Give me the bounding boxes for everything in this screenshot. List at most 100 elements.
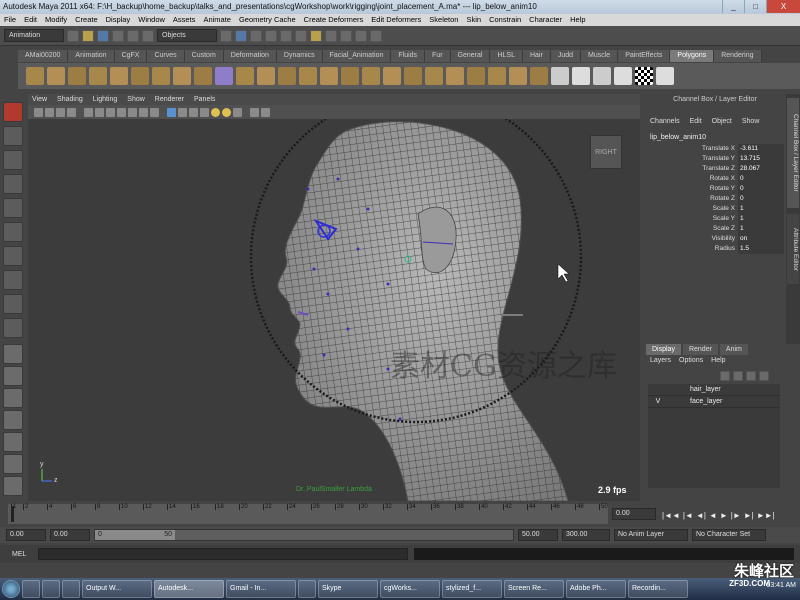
step-back-key-icon[interactable]: |◄ <box>683 511 693 520</box>
resolution-gate-icon[interactable] <box>106 107 115 117</box>
menu-animate[interactable]: Animate <box>203 14 231 26</box>
attr-row[interactable]: Translate Y 13.715 <box>646 154 784 164</box>
insert-edge-loop-icon[interactable] <box>467 67 485 85</box>
range-handle[interactable]: 0 50 <box>95 530 175 540</box>
le-menu-help[interactable]: Help <box>711 357 725 368</box>
attr-row[interactable]: Rotate Y0 <box>646 184 784 194</box>
panel-menu-view[interactable]: View <box>32 94 47 105</box>
automatic-mapping-icon[interactable] <box>614 67 632 85</box>
shelf-tab[interactable]: Facial_Animation <box>322 50 392 62</box>
panel-menu-shading[interactable]: Shading <box>57 94 83 105</box>
go-to-end-icon[interactable]: ►►| <box>757 511 775 520</box>
menu-create-deformers[interactable]: Create Deformers <box>304 14 364 26</box>
safe-action-icon[interactable] <box>139 107 148 117</box>
poly-cube-icon[interactable] <box>47 67 65 85</box>
shelf-tab-active[interactable]: Polygons <box>670 50 715 62</box>
step-forward-key-icon[interactable]: ►| <box>744 511 754 520</box>
cylindrical-mapping-icon[interactable] <box>572 67 590 85</box>
layer-name[interactable]: face_layer <box>668 396 780 407</box>
attr-value[interactable]: 0 <box>738 174 784 184</box>
grid-icon[interactable] <box>84 107 93 117</box>
panel-menu-show[interactable]: Show <box>127 94 145 105</box>
four-view-layout-icon[interactable] <box>3 366 23 386</box>
field-chart-icon[interactable] <box>128 107 137 117</box>
shelf-tab[interactable]: CgFX <box>114 50 148 62</box>
layer-visibility[interactable] <box>648 384 668 395</box>
uv-texture-editor-icon[interactable] <box>656 67 674 85</box>
animation-start-field[interactable]: 0.00 <box>6 529 46 541</box>
merge-icon[interactable] <box>425 67 443 85</box>
persp-graph-layout-icon[interactable] <box>3 410 23 430</box>
wedge-icon[interactable] <box>530 67 548 85</box>
taskbar-item[interactable]: Recordin... <box>628 580 688 598</box>
new-scene-icon[interactable] <box>67 29 79 42</box>
shelf-tab[interactable]: Fluids <box>391 50 426 62</box>
cb-menu-object[interactable]: Object <box>712 118 732 130</box>
poly-pyramid-icon[interactable] <box>173 67 191 85</box>
taskbar-item[interactable] <box>298 580 316 598</box>
default-lighting-icon[interactable] <box>211 107 220 117</box>
camera-attributes-icon[interactable] <box>45 107 54 117</box>
menu-set-dropdown[interactable]: Animation <box>4 29 64 42</box>
all-lights-icon[interactable] <box>222 107 231 117</box>
move-tool-icon[interactable] <box>3 174 23 194</box>
taskbar-item-active[interactable]: Autodesk... <box>154 580 224 598</box>
bridge-icon[interactable] <box>362 67 380 85</box>
menu-create[interactable]: Create <box>75 14 98 26</box>
rotate-tool-icon[interactable] <box>3 198 23 218</box>
film-gate-icon[interactable] <box>95 107 104 117</box>
offset-edge-loop-icon[interactable] <box>488 67 506 85</box>
attr-value[interactable]: 1.5 <box>738 244 784 254</box>
shadows-icon[interactable] <box>233 107 242 117</box>
snap-curve-icon[interactable] <box>250 29 262 42</box>
attr-row[interactable]: Rotate Z0 <box>646 194 784 204</box>
shelf-tab[interactable]: General <box>450 50 491 62</box>
play-backwards-icon[interactable]: ◄ <box>709 511 717 520</box>
outliner-layout-icon[interactable] <box>3 454 23 474</box>
poly-torus-icon[interactable] <box>131 67 149 85</box>
menu-file[interactable]: File <box>4 14 16 26</box>
panel-menu-lighting[interactable]: Lighting <box>93 94 118 105</box>
layer-row[interactable]: hair_layer <box>648 384 780 396</box>
shelf-tab[interactable]: Dynamics <box>276 50 323 62</box>
poly-cylinder-icon[interactable] <box>68 67 86 85</box>
quicklaunch-icon[interactable] <box>42 580 60 598</box>
menu-display[interactable]: Display <box>106 14 131 26</box>
poly-pipe-icon[interactable] <box>194 67 212 85</box>
attr-row[interactable]: Translate Z 28.067 <box>646 164 784 174</box>
shelf-tab[interactable]: Fur <box>425 50 451 62</box>
selected-object-name[interactable]: lip_below_anim10 <box>646 134 784 141</box>
new-layer-from-selection-icon[interactable] <box>733 371 743 381</box>
menu-help[interactable]: Help <box>570 14 585 26</box>
render-settings-icon[interactable] <box>340 29 352 42</box>
menu-modify[interactable]: Modify <box>45 14 67 26</box>
shelf-tab[interactable]: Muscle <box>581 50 619 62</box>
playback-start-field[interactable]: 0.00 <box>50 529 90 541</box>
shelf-tab[interactable]: HLSL <box>490 50 523 62</box>
taskbar-item[interactable]: Skype <box>318 580 378 598</box>
mask-icon[interactable] <box>220 29 232 42</box>
poly-plane-icon[interactable] <box>110 67 128 85</box>
cb-menu-show[interactable]: Show <box>742 118 760 130</box>
checker-icon[interactable] <box>635 67 653 85</box>
taskbar-item[interactable]: Gmail - In... <box>226 580 296 598</box>
attr-row[interactable]: Scale Y1 <box>646 214 784 224</box>
shelf-tab[interactable]: Deformation <box>223 50 277 62</box>
attr-value[interactable]: on <box>738 234 784 244</box>
render-icon[interactable] <box>310 29 322 42</box>
spherical-mapping-icon[interactable] <box>593 67 611 85</box>
cb-menu-edit[interactable]: Edit <box>690 118 702 130</box>
minimize-button[interactable]: _ <box>722 0 744 13</box>
time-slider[interactable]: 1 2 4 6 8 10 12 14 16 18 20 22 24 26 28 30 32 34 36 38 40 42 4… <box>8 504 608 524</box>
shelf-tab[interactable]: Judd <box>550 50 581 62</box>
append-polygon-icon[interactable] <box>383 67 401 85</box>
soft-mod-tool-icon[interactable] <box>3 270 23 290</box>
panel-menu-renderer[interactable]: Renderer <box>155 94 184 105</box>
attr-row[interactable]: Rotate X0 <box>646 174 784 184</box>
menu-skin[interactable]: Skin <box>466 14 481 26</box>
move-layer-up-icon[interactable] <box>746 371 756 381</box>
input-line-icon[interactable] <box>355 29 367 42</box>
snap-grid-icon[interactable] <box>235 29 247 42</box>
select-hierarchy-icon[interactable] <box>112 29 124 42</box>
layer-visibility[interactable]: V <box>648 396 668 407</box>
